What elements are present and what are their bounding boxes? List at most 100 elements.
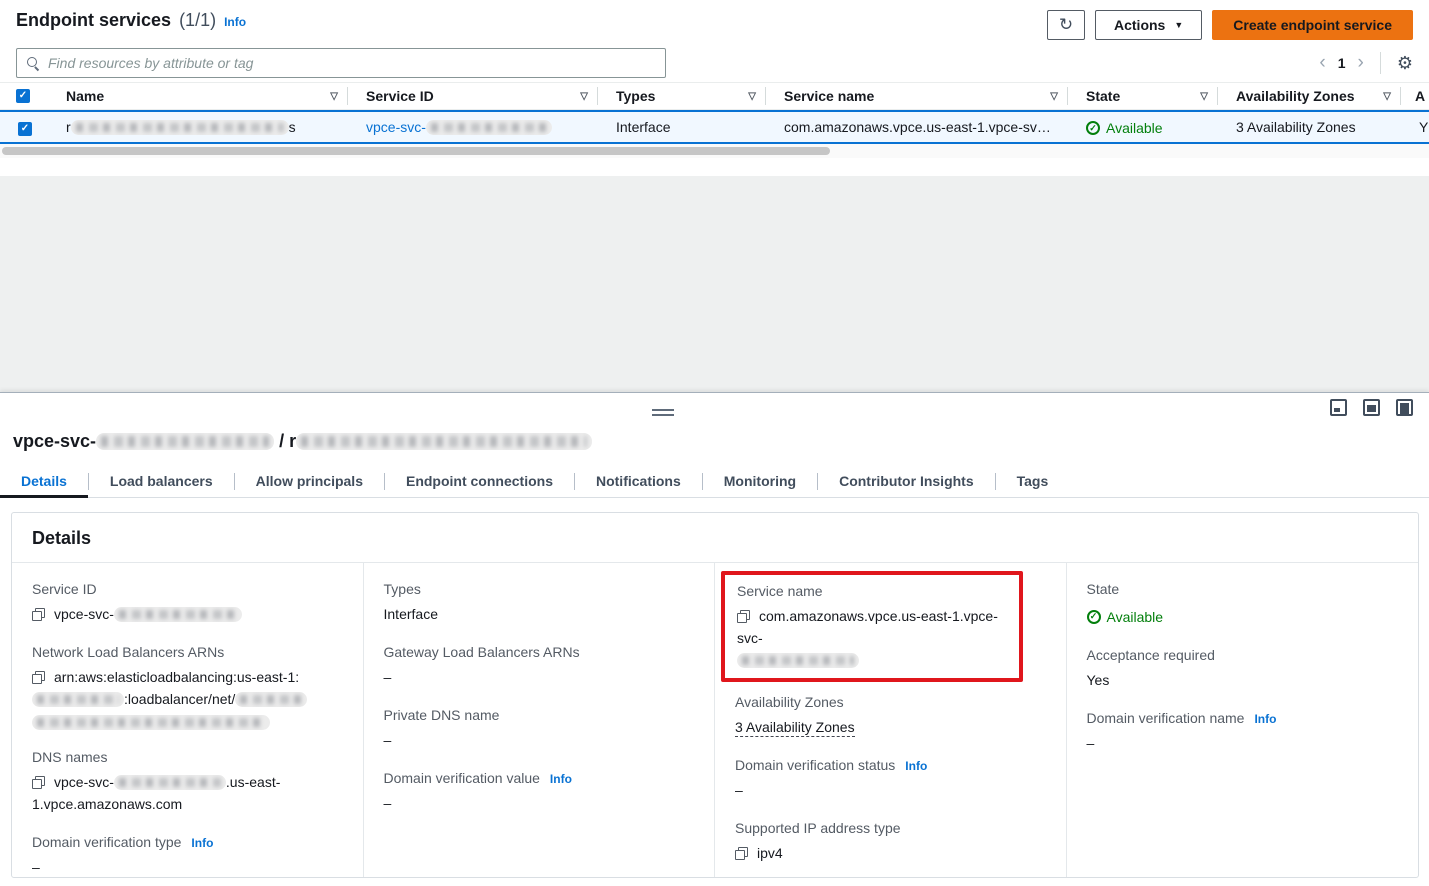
prev-page-button[interactable]: ‹ xyxy=(1319,53,1325,73)
horizontal-scrollbar-thumb[interactable] xyxy=(2,147,830,155)
tab-contributor-insights[interactable]: Contributor Insights xyxy=(818,466,995,498)
column-header-name[interactable]: Name ▽ xyxy=(48,82,348,110)
column-header-acceptance[interactable]: A xyxy=(1401,82,1429,110)
column-header-service-name[interactable]: Service name ▽ xyxy=(766,82,1068,110)
status-badge: ✓ Available xyxy=(1086,120,1163,136)
details-column-1: Service ID vpce-svc- Network Load Balanc… xyxy=(12,563,364,878)
page-number[interactable]: 1 xyxy=(1338,55,1346,71)
details-card: Details Service ID vpce-svc- Network Loa… xyxy=(11,512,1419,878)
refresh-icon: ↻ xyxy=(1059,15,1073,35)
select-all-checkbox-cell: ✓ xyxy=(0,82,48,110)
search-input[interactable] xyxy=(48,55,655,71)
row-service-name-cell: com.amazonaws.vpce.us-east-1.vpce-sv… xyxy=(766,119,1068,135)
check-circle-icon: ✓ xyxy=(1086,121,1100,135)
tab-endpoint-connections[interactable]: Endpoint connections xyxy=(385,466,574,498)
field-private-dns-name: Private DNS name – xyxy=(384,707,691,751)
redacted-text xyxy=(32,692,124,707)
check-circle-icon: ✓ xyxy=(1087,610,1101,624)
field-nlb-arns: Network Load Balancers ARNs arn:aws:elas… xyxy=(32,644,339,730)
field-domain-verification-status: Domain verification status Info – xyxy=(735,757,1042,801)
field-service-id: Service ID vpce-svc- xyxy=(32,581,339,625)
tab-notifications[interactable]: Notifications xyxy=(575,466,702,498)
divider xyxy=(1380,52,1381,74)
service-id-link[interactable]: vpce-svc- xyxy=(366,119,552,135)
column-header-availability-zones[interactable]: Availability Zones ▽ xyxy=(1218,82,1401,110)
field-domain-verification-type: Domain verification type Info – xyxy=(32,834,339,878)
field-supported-ip-address-type: Supported IP address type ipv4 xyxy=(735,820,1042,864)
sort-icon[interactable]: ▽ xyxy=(572,91,588,102)
title-info-link[interactable]: Info xyxy=(224,15,246,29)
row-types-cell: Interface xyxy=(598,119,766,135)
availability-zones-popover-trigger[interactable]: 3 Availability Zones xyxy=(735,719,855,737)
sort-icon[interactable]: ▽ xyxy=(1192,91,1208,102)
page-background xyxy=(0,176,1429,392)
redacted-text xyxy=(426,120,552,135)
field-availability-zones: Availability Zones 3 Availability Zones xyxy=(735,694,1042,738)
refresh-button[interactable]: ↻ xyxy=(1047,10,1085,40)
redacted-text xyxy=(114,607,242,622)
field-service-name: Service name com.amazonaws.vpce.us-east-… xyxy=(737,583,1007,668)
field-dns-names: DNS names vpce-svc-.us-east-1.vpce.amazo… xyxy=(32,749,339,815)
split-panel: vpce-svc- / r Details Load balancers All… xyxy=(0,392,1429,886)
copy-icon[interactable] xyxy=(735,847,748,860)
column-header-state[interactable]: State ▽ xyxy=(1068,82,1218,110)
next-page-button[interactable]: › xyxy=(1358,53,1364,73)
row-service-id-cell: vpce-svc- xyxy=(348,119,598,135)
actions-button[interactable]: Actions ▼ xyxy=(1095,10,1202,40)
row-state-cell: ✓ Available xyxy=(1068,118,1218,137)
panel-size-small-button[interactable] xyxy=(1330,399,1347,416)
details-column-2: Types Interface Gateway Load Balancers A… xyxy=(364,563,716,878)
tab-allow-principals[interactable]: Allow principals xyxy=(235,466,384,498)
pagination: ‹ 1 › ⚙ xyxy=(1319,52,1413,74)
tab-monitoring[interactable]: Monitoring xyxy=(703,466,817,498)
copy-icon[interactable] xyxy=(32,608,45,621)
info-link[interactable]: Info xyxy=(1254,712,1276,726)
column-header-types[interactable]: Types ▽ xyxy=(598,82,766,110)
copy-icon[interactable] xyxy=(737,610,750,623)
table-bottom-spacer xyxy=(0,158,1429,176)
info-link[interactable]: Info xyxy=(550,772,572,786)
copy-icon[interactable] xyxy=(32,776,45,789)
panel-size-large-button[interactable] xyxy=(1396,399,1413,416)
table-settings-gear-icon[interactable]: ⚙ xyxy=(1397,54,1413,72)
split-panel-title: vpce-svc- / r xyxy=(13,431,1413,452)
details-column-3: Service name com.amazonaws.vpce.us-east-… xyxy=(715,563,1067,878)
tab-tags[interactable]: Tags xyxy=(996,466,1070,498)
info-link[interactable]: Info xyxy=(191,836,213,850)
sort-icon[interactable]: ▽ xyxy=(740,91,756,102)
row-checkbox-cell: ✓ xyxy=(0,118,48,136)
details-column-4: State ✓ Available Acceptance required Ye… xyxy=(1067,563,1419,878)
redacted-text xyxy=(296,433,592,450)
endpoint-services-table: ✓ Name ▽ Service ID ▽ Types ▽ Service na… xyxy=(0,82,1429,176)
row-checkbox[interactable]: ✓ xyxy=(18,122,32,136)
copy-icon[interactable] xyxy=(32,671,45,684)
toolbar-actions: ↻ Actions ▼ Create endpoint service xyxy=(1047,10,1413,40)
sort-icon[interactable]: ▽ xyxy=(322,91,338,102)
column-header-service-id[interactable]: Service ID ▽ xyxy=(348,82,598,110)
redacted-text xyxy=(737,653,859,668)
redacted-text xyxy=(96,433,274,450)
page-toolbar: Endpoint services (1/1) Info ↻ Actions ▼… xyxy=(0,0,1429,44)
panel-size-medium-button[interactable] xyxy=(1363,399,1380,416)
tab-details[interactable]: Details xyxy=(0,466,88,498)
select-all-checkbox[interactable]: ✓ xyxy=(16,89,30,103)
details-card-heading: Details xyxy=(12,513,1418,563)
field-domain-verification-value: Domain verification value Info – xyxy=(384,770,691,814)
create-endpoint-service-button[interactable]: Create endpoint service xyxy=(1212,10,1413,40)
sort-icon[interactable]: ▽ xyxy=(1042,91,1058,102)
check-icon: ✓ xyxy=(19,91,27,101)
table-row[interactable]: ✓ rs vpce-svc- Interface com.amazonaws.v… xyxy=(0,110,1429,144)
details-card-body: Service ID vpce-svc- Network Load Balanc… xyxy=(12,563,1418,878)
actions-label: Actions xyxy=(1114,17,1165,33)
availability-zones-popover-trigger[interactable]: 3 Availability Zones xyxy=(1236,119,1356,135)
sort-icon[interactable]: ▽ xyxy=(1375,91,1391,102)
tab-load-balancers[interactable]: Load balancers xyxy=(89,466,234,498)
field-acceptance-required: Acceptance required Yes xyxy=(1087,647,1395,691)
info-link[interactable]: Info xyxy=(905,759,927,773)
horizontal-scrollbar xyxy=(0,144,1429,158)
split-panel-drag-handle[interactable] xyxy=(652,409,674,416)
search-icon xyxy=(27,57,40,70)
field-glb-arns: Gateway Load Balancers ARNs – xyxy=(384,644,691,688)
split-panel-size-controls xyxy=(1330,399,1413,416)
caret-down-icon: ▼ xyxy=(1174,20,1183,30)
